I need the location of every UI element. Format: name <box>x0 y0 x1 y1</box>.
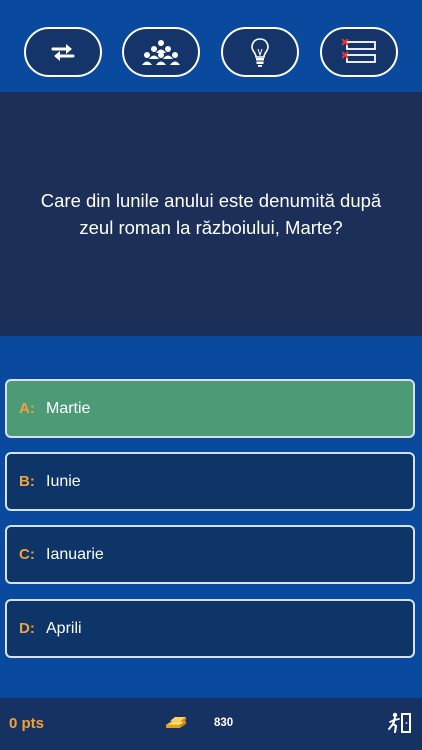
swap-arrows-icon <box>51 44 75 61</box>
answer-option-b[interactable]: B: Iunie <box>5 452 415 511</box>
audience-icon <box>142 40 180 65</box>
question-text: Care din lunile anului este denumită dup… <box>40 190 382 238</box>
answer-option-d[interactable]: D: Aprili <box>5 599 415 658</box>
lifeline-bar <box>0 0 422 92</box>
answer-option-a[interactable]: A: Martie <box>5 379 415 438</box>
exit-icon[interactable] <box>387 711 413 735</box>
question-panel: Care din lunile anului este denumită dup… <box>0 92 422 336</box>
swap-question-button[interactable] <box>24 27 102 77</box>
fifty-fifty-list-icon <box>342 39 376 63</box>
lightbulb-icon <box>251 38 269 67</box>
hint-button[interactable] <box>221 27 299 77</box>
coins-counter: 830 <box>214 717 234 729</box>
gold-bars-icon <box>166 717 186 728</box>
answer-option-c[interactable]: C: Ianuarie <box>5 525 415 584</box>
ask-audience-button[interactable] <box>122 27 200 77</box>
answer-letter: C: <box>19 546 35 563</box>
answer-letter: D: <box>19 620 35 637</box>
fifty-fifty-button[interactable] <box>320 27 398 77</box>
points-counter: 0 pts <box>9 715 45 732</box>
answer-letter: A: <box>19 400 35 417</box>
answer-text: Ianuarie <box>46 545 104 563</box>
status-bar: 0 pts 830 <box>0 698 422 750</box>
answer-text: Iunie <box>46 472 81 490</box>
answer-letter: B: <box>19 473 35 490</box>
answer-text: Martie <box>46 399 91 417</box>
answer-text: Aprili <box>46 619 82 637</box>
